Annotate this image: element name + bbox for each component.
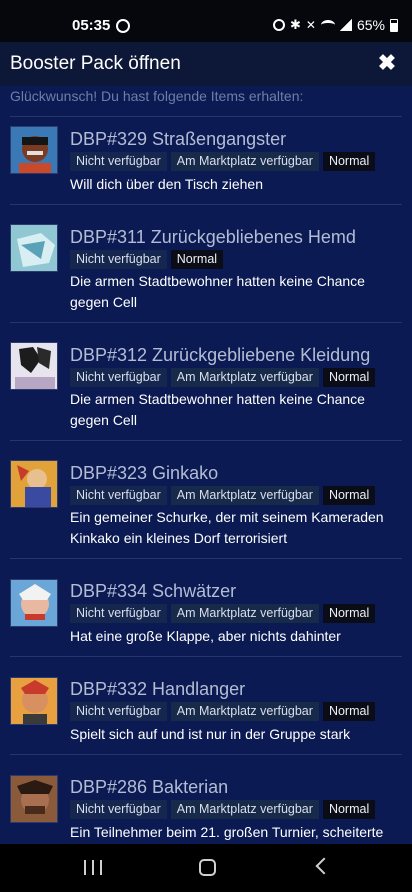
battery-percent: 65%: [356, 17, 385, 33]
marketplace-badge: Am Marktplatz verfügbar: [170, 702, 319, 721]
availability-badge: Nicht verfügbar: [70, 152, 167, 171]
mute-icon: ✕: [305, 18, 316, 32]
item-title: DBP#286 Bakterian: [70, 777, 229, 797]
alarm-clock-icon: [116, 19, 130, 33]
card-thumbnail: [10, 224, 58, 272]
item-title: DBP#312 Zurückgebliebene Kleidung: [70, 345, 371, 365]
close-icon: ✖: [377, 50, 397, 75]
card-thumbnail: [10, 342, 58, 390]
signal-icon: [339, 19, 352, 31]
item-description: Die armen Stadtbewohner hatten keine Cha…: [70, 273, 365, 310]
item-description: Ein gemeiner Schurke, der mit seinem Kam…: [70, 509, 384, 546]
intro-text: Glückwunsch! Du hast folgende Items erha…: [10, 88, 304, 104]
item-description: Ein Teilnehmer beim 21. großen Turnier, …: [70, 824, 384, 840]
availability-badge: Nicht verfügbar: [70, 486, 167, 505]
item-description: Spielt sich auf und ist nur in der Grupp…: [70, 726, 351, 742]
item-tags: Nicht verfügbar Normal: [70, 250, 224, 269]
status-time: 05:35: [72, 17, 111, 34]
home-icon[interactable]: [199, 859, 216, 876]
system-navigation-bar: [0, 844, 412, 892]
rarity-badge: Normal: [170, 250, 224, 269]
card-thumbnail: [10, 579, 58, 627]
item-tags: Nicht verfügbar Am Marktplatz verfügbar …: [70, 152, 376, 171]
item-list[interactable]: Glückwunsch! Du hast folgende Items erha…: [0, 86, 412, 844]
item-tags: Nicht verfügbar Am Marktplatz verfügbar …: [70, 702, 376, 721]
dialog-header: Booster Pack öffnen ✖: [0, 42, 412, 86]
marketplace-badge: Am Marktplatz verfügbar: [170, 604, 319, 623]
marketplace-badge: Am Marktplatz verfügbar: [170, 368, 319, 387]
availability-badge: Nicht verfügbar: [70, 250, 167, 269]
availability-badge: Nicht verfügbar: [70, 368, 167, 387]
divider: [10, 322, 402, 323]
divider: [10, 116, 402, 117]
wifi-icon: [320, 20, 335, 30]
battery-icon: [390, 18, 398, 32]
rarity-badge: Normal: [322, 368, 376, 387]
status-bar: 05:35 ✱ ✕ 65%: [0, 0, 412, 42]
rarity-badge: Normal: [322, 604, 376, 623]
marketplace-badge: Am Marktplatz verfügbar: [170, 800, 319, 819]
card-thumbnail: [10, 460, 58, 508]
divider: [10, 656, 402, 657]
availability-badge: Nicht verfügbar: [70, 800, 167, 819]
card-thumbnail: [10, 775, 58, 823]
divider: [10, 558, 402, 559]
bluetooth-icon: ✱: [290, 17, 301, 32]
rarity-badge: Normal: [322, 152, 376, 171]
item-title: DBP#311 Zurückgebliebenes Hemd: [70, 227, 356, 247]
item-tags: Nicht verfügbar Am Marktplatz verfügbar …: [70, 604, 376, 623]
page-title: Booster Pack öffnen: [10, 53, 181, 74]
alarm-icon: [273, 19, 285, 31]
item-title: DBP#334 Schwätzer: [70, 581, 237, 601]
rarity-badge: Normal: [322, 486, 376, 505]
recent-apps-icon[interactable]: [84, 860, 102, 875]
rarity-badge: Normal: [322, 702, 376, 721]
rarity-badge: Normal: [322, 800, 376, 819]
item-description: Hat eine große Klappe, aber nichts dahin…: [70, 628, 341, 644]
card-thumbnail: [10, 677, 58, 725]
availability-badge: Nicht verfügbar: [70, 604, 167, 623]
marketplace-badge: Am Marktplatz verfügbar: [170, 152, 319, 171]
item-tags: Nicht verfügbar Am Marktplatz verfügbar …: [70, 368, 376, 387]
item-description: Will dich über den Tisch ziehen: [70, 176, 263, 192]
close-button[interactable]: ✖: [372, 48, 402, 78]
card-thumbnail: [10, 126, 58, 174]
divider: [10, 754, 402, 755]
item-tags: Nicht verfügbar Am Marktplatz verfügbar …: [70, 486, 376, 505]
availability-badge: Nicht verfügbar: [70, 702, 167, 721]
item-title: DBP#323 Ginkako: [70, 463, 219, 483]
item-title: DBP#332 Handlanger: [70, 679, 246, 699]
status-icons: ✱ ✕ 65%: [273, 17, 398, 33]
item-title: DBP#329 Straßengangster: [70, 129, 287, 149]
item-tags: Nicht verfügbar Am Marktplatz verfügbar …: [70, 800, 376, 819]
item-description: Die armen Stadtbewohner hatten keine Cha…: [70, 391, 365, 428]
back-icon[interactable]: [315, 857, 333, 875]
divider: [10, 204, 402, 205]
divider: [10, 440, 402, 441]
marketplace-badge: Am Marktplatz verfügbar: [170, 486, 319, 505]
